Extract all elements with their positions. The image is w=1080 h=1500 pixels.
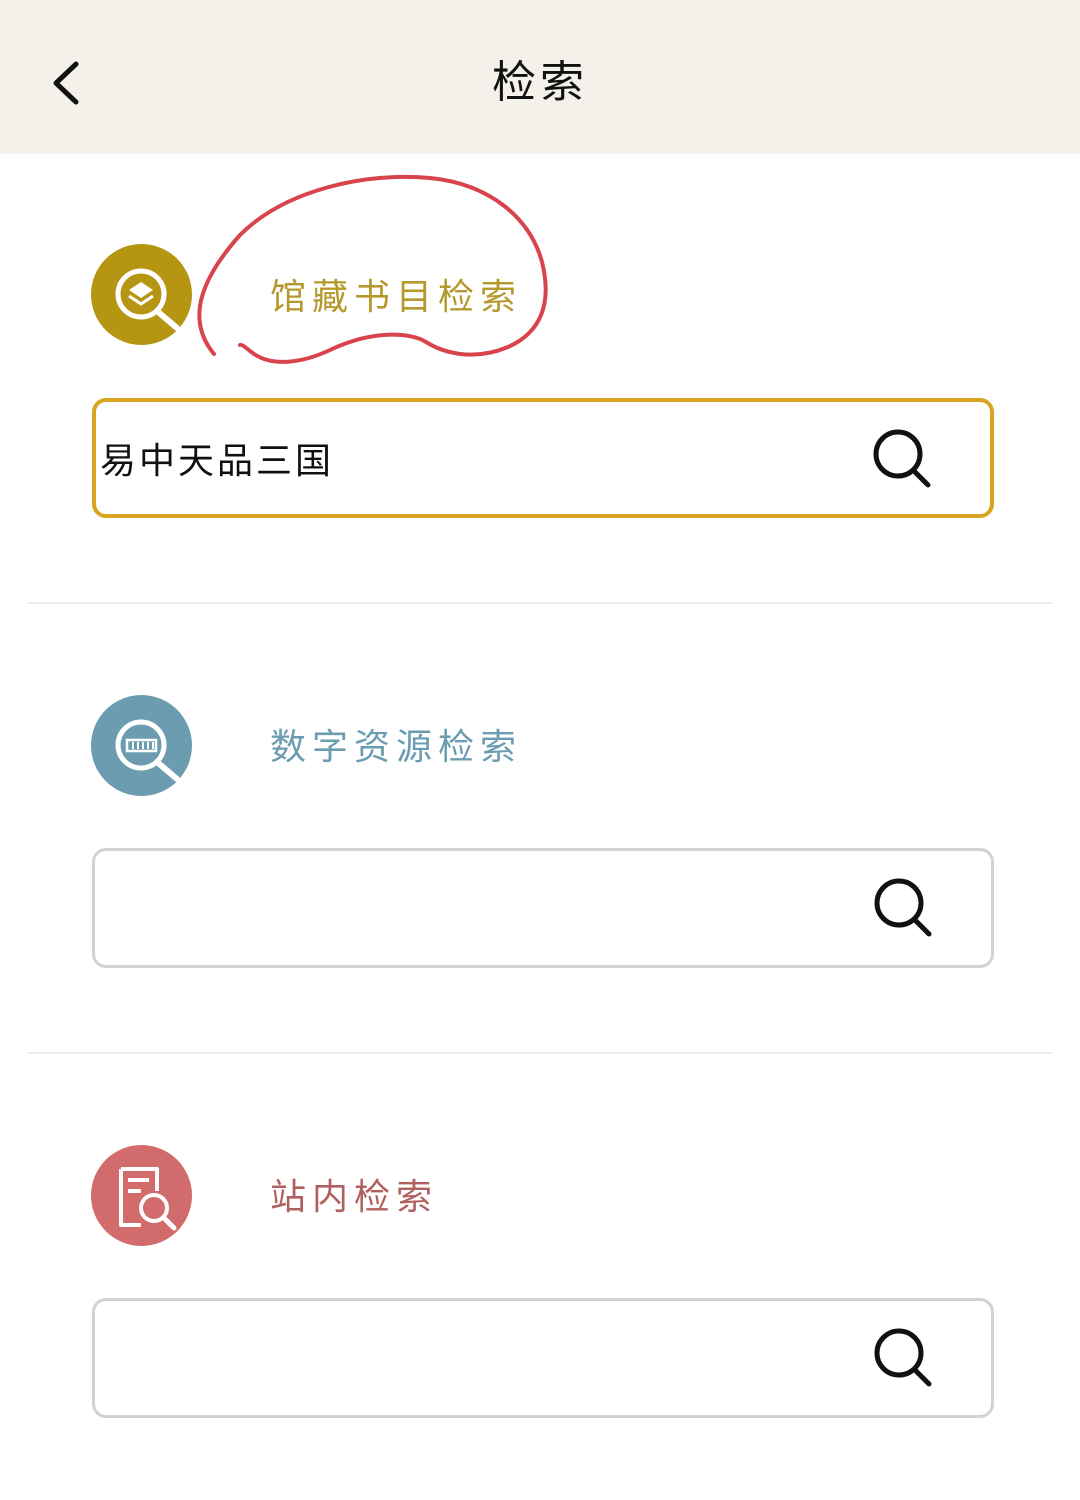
catalog-search-box — [92, 398, 994, 518]
search-icon — [873, 429, 931, 488]
digital-resource-search-icon — [91, 695, 192, 796]
section-divider — [27, 602, 1053, 604]
catalog-search-input[interactable] — [100, 402, 860, 514]
site-search-icon — [91, 1145, 192, 1246]
section-divider — [27, 1052, 1053, 1054]
header-bar: 检索 — [0, 0, 1080, 154]
section-title-site-search: 站内检索 — [270, 1177, 439, 1218]
catalog-search-icon — [91, 244, 192, 345]
catalog-search-button[interactable] — [870, 426, 936, 492]
site-search-button[interactable] — [871, 1325, 937, 1391]
search-icon — [874, 1328, 932, 1387]
digital-resource-search-button[interactable] — [871, 875, 937, 941]
section-title-catalog: 馆藏书目检索 — [270, 277, 523, 318]
digital-resource-search-box — [92, 848, 994, 968]
site-search-input[interactable] — [99, 1301, 859, 1415]
search-icon — [874, 878, 932, 937]
digital-resource-search-input[interactable] — [99, 851, 859, 965]
page-title: 检索 — [492, 57, 588, 108]
section-title-digital-resource: 数字资源检索 — [270, 727, 523, 768]
site-search-box — [92, 1298, 994, 1418]
